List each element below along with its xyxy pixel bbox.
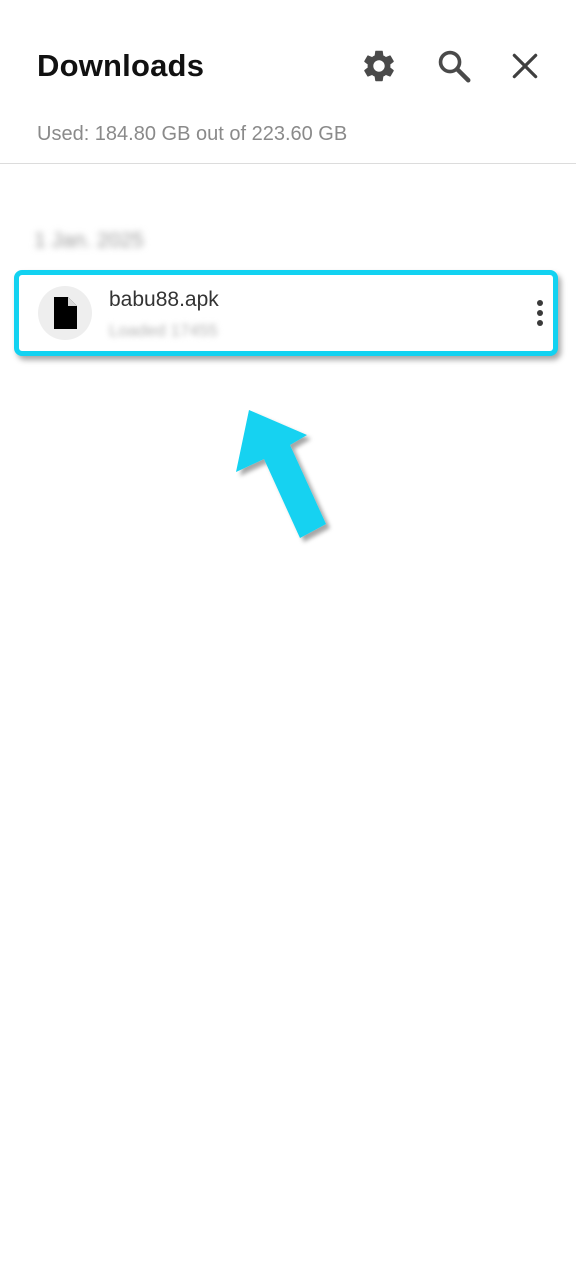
header: Downloads Used: 184.80 GB out of 223.60 … [0, 0, 576, 164]
file-meta: Loaded 17455 [109, 321, 218, 340]
file-name: babu88.apk [109, 288, 219, 311]
search-button[interactable] [428, 40, 480, 92]
downloads-screen: Downloads Used: 184.80 GB out of 223.60 … [0, 0, 576, 1280]
close-button[interactable] [499, 40, 551, 92]
page-title: Downloads [37, 48, 205, 83]
more-options-button[interactable] [526, 293, 554, 333]
gear-icon [364, 50, 394, 82]
search-icon [438, 50, 471, 83]
list-item[interactable]: babu88.apk Loaded 17455 [14, 270, 558, 356]
settings-button[interactable] [353, 40, 405, 92]
arrow-up-icon [236, 410, 326, 538]
file-icon [54, 297, 77, 329]
date-group-label: 1 Jan. 2025 [34, 229, 144, 252]
file-icon-container [38, 286, 92, 340]
storage-usage-text: Used: 184.80 GB out of 223.60 GB [37, 123, 348, 145]
close-icon [512, 53, 538, 79]
more-vertical-icon [537, 300, 543, 326]
